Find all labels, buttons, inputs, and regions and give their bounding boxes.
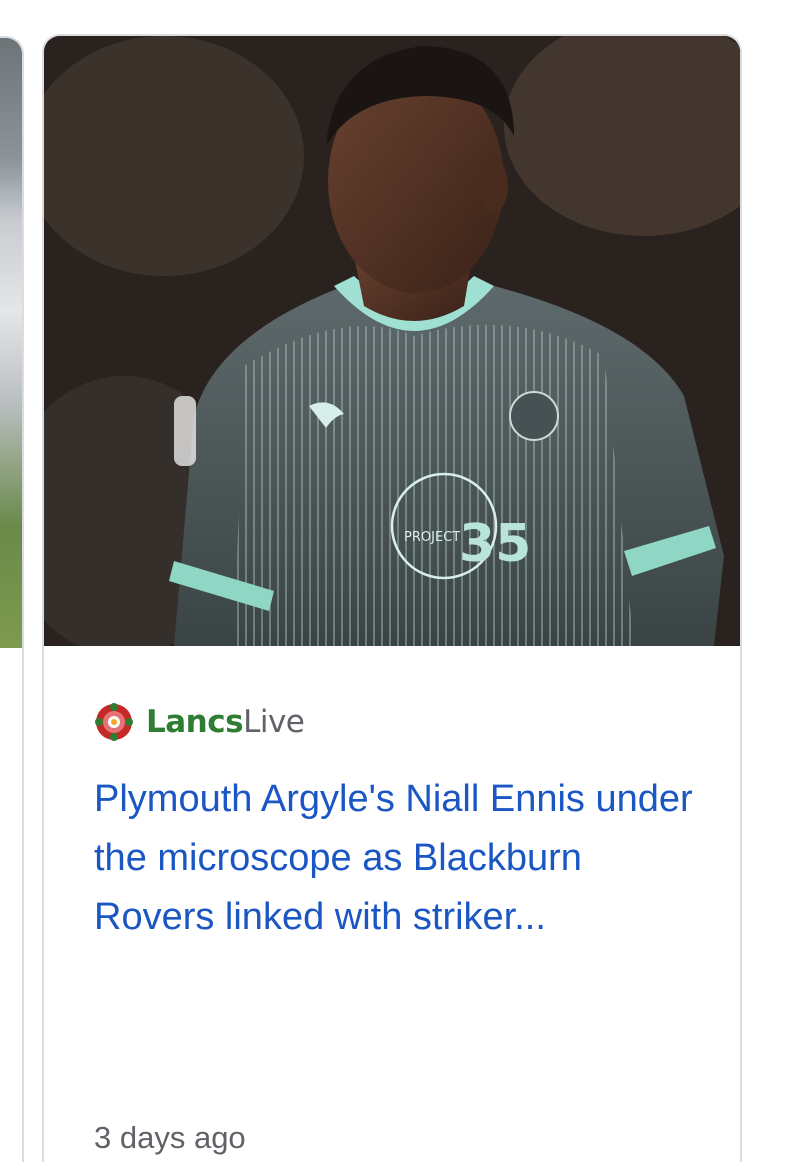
news-carousel: PROJECT 35 LancsLive Plymouth Argyle's N… — [0, 0, 788, 1162]
previous-news-card[interactable] — [0, 36, 24, 1162]
news-timestamp: 3 days ago — [94, 1120, 246, 1155]
news-source: LancsLive — [94, 700, 305, 744]
red-rose-icon — [95, 703, 133, 741]
news-headline-link[interactable]: Plymouth Argyle's Niall Ennis under the … — [94, 770, 694, 947]
previous-card-thumbnail — [0, 38, 22, 648]
source-name-light: Live — [243, 704, 305, 740]
svg-text:PROJECT: PROJECT — [404, 530, 460, 545]
news-card-body: LancsLive Plymouth Argyle's Niall Ennis … — [44, 648, 740, 1162]
source-name: LancsLive — [146, 700, 305, 744]
svg-text:35: 35 — [459, 514, 531, 574]
news-thumbnail[interactable]: PROJECT 35 — [44, 36, 740, 646]
news-card[interactable]: PROJECT 35 LancsLive Plymouth Argyle's N… — [42, 34, 742, 1162]
source-name-strong: Lancs — [146, 704, 244, 740]
player-photo-illustration: PROJECT 35 — [44, 36, 740, 646]
